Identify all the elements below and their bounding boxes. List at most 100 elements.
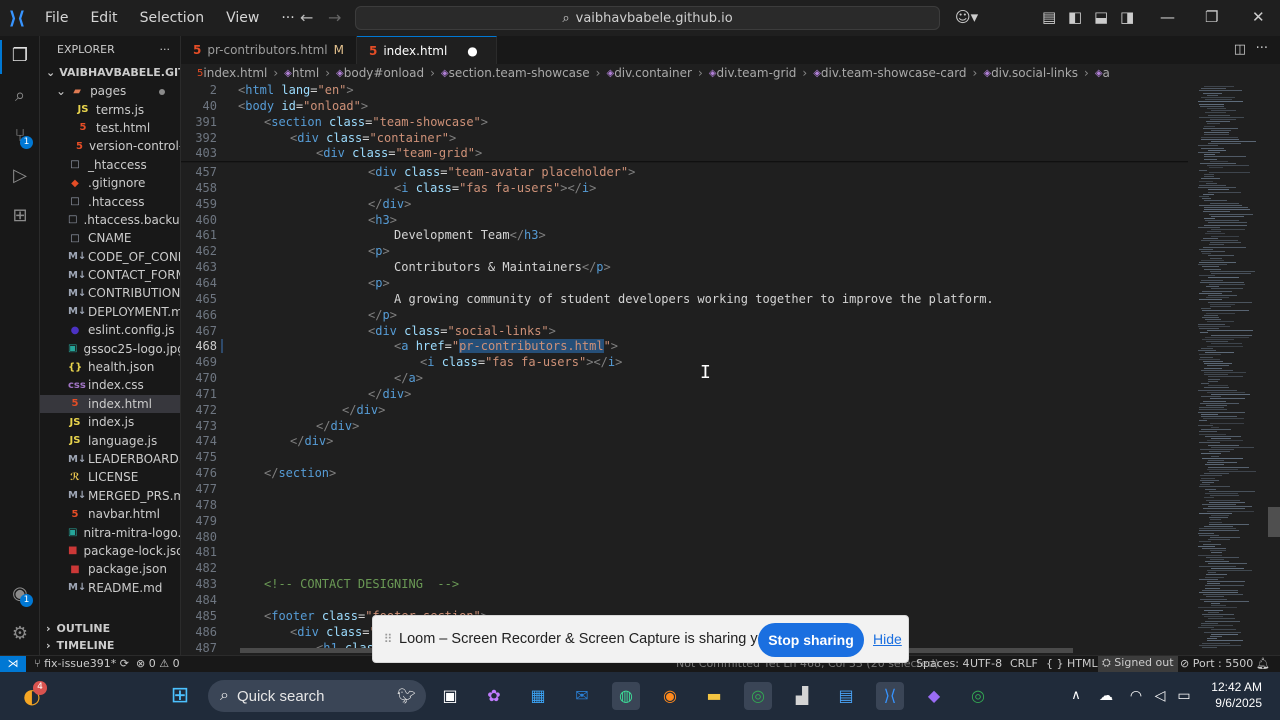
file-tree-item[interactable]: □ .htaccess.backup bbox=[40, 211, 180, 229]
notepad-icon[interactable]: ▤ bbox=[832, 682, 860, 710]
code-line[interactable]: 480 bbox=[181, 529, 1188, 545]
code-line[interactable]: 475 bbox=[181, 449, 1188, 465]
minimap[interactable] bbox=[1188, 82, 1268, 655]
file-tree-item[interactable]: 5 navbar.html bbox=[40, 505, 180, 523]
file-tree-item[interactable]: ▣ nitra-mitra-logo.p... bbox=[40, 523, 180, 541]
code-line[interactable]: 477 bbox=[181, 481, 1188, 497]
clock[interactable]: 12:42 AM 9/6/2025 bbox=[1200, 680, 1262, 710]
code-line[interactable]: 465 A growing community of student develo… bbox=[181, 291, 1188, 307]
problems-status[interactable]: ⊗ 0 ⚠ 0 bbox=[136, 657, 180, 670]
signed-out-status[interactable]: ⛭ Signed out bbox=[1098, 656, 1178, 672]
code-line[interactable]: 473 </div> bbox=[181, 418, 1188, 434]
file-tree-item[interactable]: JS language.js bbox=[40, 431, 180, 449]
code-line[interactable]: 461 Development Team</h3> bbox=[181, 227, 1188, 243]
file-tree-item[interactable]: {} health.json bbox=[40, 358, 180, 376]
sticky-scroll-line[interactable]: 40 <body id="onload"> bbox=[181, 97, 1188, 114]
show-hidden-icons-icon[interactable]: ∧ bbox=[1062, 682, 1090, 710]
sticky-scroll-line[interactable]: 392 <div class="container"> bbox=[181, 129, 1188, 146]
code-line[interactable]: 459 </div> bbox=[181, 196, 1188, 212]
breadcrumb-item[interactable]: a bbox=[1103, 66, 1110, 80]
remote-indicator-icon[interactable]: ⋊ bbox=[0, 656, 26, 673]
branch-status[interactable]: ⑂ fix-issue391* ⟳ bbox=[34, 657, 129, 670]
app-icon[interactable]: ◆ bbox=[920, 682, 948, 710]
microsoft-store-icon[interactable]: ▦ bbox=[524, 682, 552, 710]
file-tree-item[interactable]: 5 index.html bbox=[40, 394, 180, 414]
code-line[interactable]: 462 <p> bbox=[181, 243, 1188, 259]
unsaved-dot-icon[interactable]: ● bbox=[467, 44, 477, 58]
code-line[interactable]: 463 Contributors & Maintainers</p> bbox=[181, 259, 1188, 275]
code-line[interactable]: 478 bbox=[181, 497, 1188, 513]
sticky-scroll-line[interactable]: 391 <section class="team-showcase"> bbox=[181, 113, 1188, 130]
chrome-icon[interactable]: ◎ bbox=[744, 682, 772, 710]
edge-icon[interactable]: ◍ bbox=[612, 682, 640, 710]
back-arrow-icon[interactable]: ← bbox=[300, 8, 313, 27]
extensions-icon[interactable]: ⊞ bbox=[8, 204, 32, 228]
copilot-app-icon[interactable]: ✿ bbox=[480, 682, 508, 710]
sticky-scroll-line[interactable]: 2 <html lang="en"> bbox=[181, 82, 1188, 98]
code-line[interactable]: 474 </div> bbox=[181, 433, 1188, 449]
code-line[interactable]: 481 bbox=[181, 544, 1188, 560]
taskbar-search[interactable]: ⌕ Quick search 🐦︎ bbox=[208, 680, 426, 712]
file-tree-item[interactable]: M↓CONTACT_FORM_... bbox=[40, 266, 180, 284]
vertical-scrollbar[interactable] bbox=[1268, 507, 1280, 537]
breadcrumb-item[interactable]: html bbox=[292, 66, 319, 80]
vscode-taskbar-icon[interactable]: ⟩⟨ bbox=[876, 682, 904, 710]
firefox-icon[interactable]: ◉ bbox=[656, 682, 684, 710]
file-tree-item[interactable]: □ _htaccess bbox=[40, 156, 180, 174]
task-view-icon[interactable]: ▣ bbox=[436, 682, 464, 710]
file-tree-item[interactable]: M↓MERGED_PRS.md bbox=[40, 487, 180, 505]
workspace-root[interactable]: ⌄ VAIBHAVBABELE.GITHUB.IO bbox=[40, 62, 180, 82]
file-tree-item[interactable]: □ CNAME bbox=[40, 229, 180, 247]
customize-layout-icon[interactable]: ▤ bbox=[1042, 8, 1056, 26]
file-tree-item[interactable]: ℛ LICENSE bbox=[40, 468, 180, 486]
explorer-icon[interactable]: ❐ bbox=[8, 44, 32, 68]
battery-icon[interactable]: ▭ bbox=[1170, 682, 1198, 710]
editor-more-icon[interactable]: ··· bbox=[1256, 41, 1268, 56]
indentation-status[interactable]: Spaces: 4 bbox=[916, 657, 969, 670]
breadcrumb-item[interactable]: div.social-links bbox=[991, 66, 1078, 80]
code-line[interactable]: 476 </section> bbox=[181, 465, 1188, 481]
code-line[interactable]: 482 bbox=[181, 560, 1188, 576]
code-line[interactable]: 470 </a> bbox=[181, 370, 1188, 386]
settings-gear-icon[interactable]: ⚙ bbox=[8, 622, 32, 646]
live-server-status[interactable]: ⊘ Port : 5500 bbox=[1180, 657, 1253, 670]
file-tree-item[interactable]: M↓ README.md bbox=[40, 579, 180, 597]
code-line[interactable]: 471 </div> bbox=[181, 386, 1188, 402]
sticky-scroll-line[interactable]: 403 <div class="team-grid"> bbox=[181, 145, 1188, 162]
code-line[interactable]: 484 bbox=[181, 592, 1188, 608]
file-explorer-icon[interactable]: ▬ bbox=[700, 682, 728, 710]
split-editor-icon[interactable]: ◫ bbox=[1234, 42, 1246, 57]
code-line[interactable]: 457 <div class="team-avatar placeholder"> bbox=[181, 164, 1188, 180]
windows-start-icon[interactable]: ⊞ bbox=[166, 682, 194, 710]
file-tree-item[interactable]: M↓LEADERBOARD.md bbox=[40, 450, 180, 468]
stop-sharing-button[interactable]: Stop sharing bbox=[758, 623, 864, 657]
timeline-section[interactable]: › TIMELINE bbox=[40, 635, 180, 655]
code-line[interactable]: 464 <p> bbox=[181, 275, 1188, 291]
breadcrumb-item[interactable]: div.container bbox=[614, 66, 692, 80]
encoding-status[interactable]: UTF-8 bbox=[970, 657, 1002, 670]
code-line[interactable]: 483 <!-- CONTACT DESIGNING --> bbox=[181, 576, 1188, 592]
file-tree-item[interactable]: ■ package.json bbox=[40, 560, 180, 578]
toggle-panel-icon[interactable]: ⬓ bbox=[1094, 8, 1108, 26]
toggle-sidebar-icon[interactable]: ◧ bbox=[1068, 8, 1082, 26]
code-line[interactable]: 467 <div class="social-links"> bbox=[181, 323, 1188, 339]
code-line[interactable]: 472 </div> bbox=[181, 402, 1188, 418]
code-line[interactable]: 460 <h3> bbox=[181, 212, 1188, 228]
language-status[interactable]: { } HTML bbox=[1046, 657, 1098, 670]
notifications-bell-icon[interactable]: 🔔︎ bbox=[1256, 657, 1270, 670]
command-center[interactable]: ⌕ vaibhavbabele.github.io bbox=[355, 6, 940, 30]
file-tree-item[interactable]: JS terms.js bbox=[40, 100, 180, 118]
file-tree-item[interactable]: 5 test.html bbox=[40, 119, 180, 137]
breadcrumb-item[interactable]: body#onload bbox=[344, 66, 424, 80]
file-tree-item[interactable]: ● eslint.config.js bbox=[40, 321, 180, 339]
onedrive-icon[interactable]: ☁ bbox=[1092, 682, 1120, 710]
close-window-icon[interactable]: ✕ bbox=[1252, 8, 1265, 26]
code-line[interactable]: 468 <a href="pr-contributors.html"> bbox=[181, 338, 1188, 354]
code-editor[interactable]: 2 <html lang="en"> 40 <body id="onload"> 391… bbox=[181, 82, 1188, 655]
file-tree-item[interactable]: □ .htaccess bbox=[40, 192, 180, 210]
breadcrumb-item[interactable]: div.team-grid bbox=[717, 66, 797, 80]
file-tree-item[interactable]: M↓ DEPLOYMENT.md bbox=[40, 303, 180, 321]
forward-arrow-icon[interactable]: → bbox=[328, 8, 341, 27]
toggle-secondary-sidebar-icon[interactable]: ◨ bbox=[1120, 8, 1134, 26]
restore-icon[interactable]: ❐ bbox=[1205, 8, 1218, 26]
